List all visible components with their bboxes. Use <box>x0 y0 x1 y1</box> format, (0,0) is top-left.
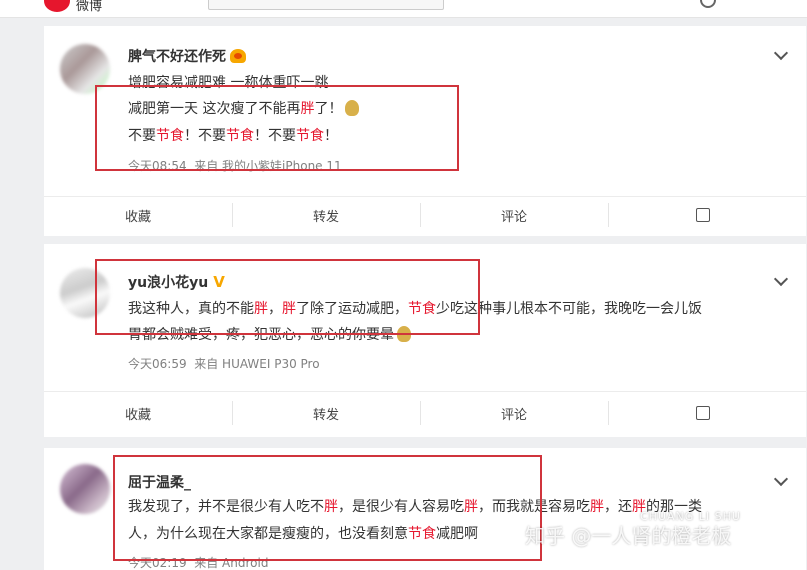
favorite-button[interactable]: 收藏 <box>44 404 232 423</box>
avatar[interactable] <box>60 464 110 514</box>
site-name[interactable]: 微博 <box>76 0 102 14</box>
divider <box>608 203 609 227</box>
highlight-box <box>95 85 459 171</box>
post-meta: 今天06:59 来自 HUAWEI P30 Pro <box>128 355 320 372</box>
comment-button[interactable]: 评论 <box>420 206 608 225</box>
weibo-logo-icon[interactable] <box>44 0 70 12</box>
account-icon[interactable] <box>700 0 716 8</box>
chevron-down-icon[interactable] <box>773 45 789 61</box>
highlight-box <box>95 259 480 335</box>
watermark: 知乎 @一人肾的橙老板 <box>525 524 732 548</box>
comment-button[interactable]: 评论 <box>420 404 608 423</box>
divider <box>44 391 806 392</box>
divider <box>44 196 806 197</box>
post-time[interactable]: 今天06:59 <box>128 357 187 371</box>
post-nickname[interactable]: 脾气不好还作死 <box>128 46 246 66</box>
highlight-box <box>113 455 542 561</box>
post-source[interactable]: 来自 HUAWEI P30 Pro <box>194 357 319 371</box>
repost-button[interactable]: 转发 <box>232 206 420 225</box>
like-thumb-icon[interactable] <box>696 406 710 420</box>
chevron-down-icon[interactable] <box>773 471 789 487</box>
top-navigation-bar: 微博 <box>0 0 807 18</box>
crown-icon <box>230 49 246 63</box>
repost-button[interactable]: 转发 <box>232 404 420 423</box>
favorite-button[interactable]: 收藏 <box>44 206 232 225</box>
like-thumb-icon[interactable] <box>696 208 710 222</box>
chevron-down-icon[interactable] <box>773 271 789 287</box>
divider <box>608 401 609 425</box>
nickname-text[interactable]: 脾气不好还作死 <box>128 49 226 65</box>
search-input[interactable] <box>208 0 444 10</box>
